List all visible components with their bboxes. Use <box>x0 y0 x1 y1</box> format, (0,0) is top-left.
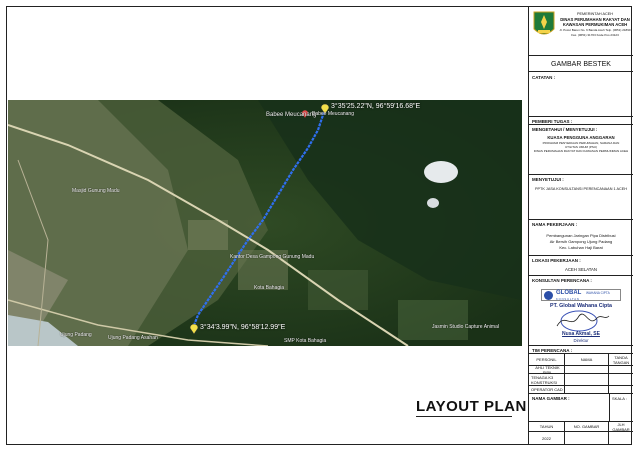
header-fax: Fax. (0651) 31703 Kode Pos 23123 <box>571 32 619 37</box>
map-place-label: Masjid Gunung Madu <box>72 188 120 194</box>
nama-cell <box>565 374 609 386</box>
map-place-label: Kantor Desa Gampong Gunung Madu <box>230 254 315 260</box>
konsultan-logo-sub2: K O N S U L T A N <box>556 297 579 301</box>
konsultan-logo-text: GLOBAL <box>556 290 582 296</box>
nama-pekerjaan-label: NAMA PEKERJAAN : <box>532 222 578 227</box>
header-line3: KAWASAN PERMUKIMAN ACEH <box>562 22 628 28</box>
coordinate-bottom-label: 3°34'3.99"N, 96°58'12.99"E <box>200 324 286 331</box>
lokasi-label: LOKASI PEKERJAAN : <box>532 258 581 263</box>
nama-cell <box>565 366 609 374</box>
konsultan-label: KONSULTAN PERENCANA : <box>532 278 592 283</box>
lokasi-value: ACEH SELATAN <box>564 267 598 272</box>
tahun-value: 2022 <box>529 432 565 445</box>
skala-cell: SKALA : <box>609 394 633 422</box>
col-jlh-gambar-header: JLH GAMBAR <box>609 422 633 432</box>
tanda-cell <box>609 386 633 394</box>
col-tanda-header: TANDA TANGAN <box>609 354 633 366</box>
tanda-cell <box>609 374 633 386</box>
pptk-text: PPTK JASA KONSULTANSI PERENCANAAN 1 ACEH <box>534 187 628 191</box>
pemberi-tugas-row: PEMBERI TUGAS : <box>529 117 633 125</box>
tim-perencana-label: TIM PERENCANA : <box>532 348 573 353</box>
nama-gambar-label: NAMA GAMBAR : <box>532 396 570 401</box>
agency-header: PEMERINTAH ACEH DINAS PERUMAHAN RAKYAT D… <box>529 6 633 56</box>
tanda-cell <box>609 366 633 374</box>
map-place-label: Babee Meucanang <box>312 111 354 117</box>
sheet-title-row: GAMBAR BESTEK <box>529 56 633 72</box>
pekerjaan-line2: Air Bersih Gampong Ujung Padang <box>549 239 613 244</box>
signature-stamp <box>556 310 610 332</box>
lokasi-row: LOKASI PEKERJAAN : ACEH SELATAN <box>529 256 633 276</box>
sheet-title: GAMBAR BESTEK <box>551 61 611 68</box>
pekerjaan-line3: Kec. Labuhan Haji Barat <box>559 245 603 250</box>
nama-gambar-row: NAMA GAMBAR : SKALA : <box>529 394 633 422</box>
signer-name: Nusa Akmal, SE <box>562 331 600 337</box>
kuasa-sub3: DINAS PERUMAHAN RAKYAT DAN KAWASAN PERMU… <box>533 149 629 153</box>
konsultan-logo-sub: WAHANA CIPTA <box>586 291 610 295</box>
role-cell: OPERATOR CAD <box>529 386 565 394</box>
satellite-map[interactable]: 3°35'25.22"N, 96°59'16.68"E 3°34'3.99"N,… <box>8 100 522 346</box>
aceh-shield-logo <box>533 11 555 39</box>
title-underline <box>416 416 512 417</box>
menyetujui-row: MENYETUJUI : PPTK JASA KONSULTANSI PEREN… <box>529 175 633 220</box>
map-place-label: Ujung Padang Asahan <box>108 335 158 341</box>
map-imagery <box>8 100 522 346</box>
map-place-label: Jasmin Studio Capture Animal <box>432 324 499 330</box>
catatan-row: CATATAN : <box>529 72 633 117</box>
map-place-label: Ujung Padang <box>60 332 92 338</box>
no-gambar-value <box>565 432 609 445</box>
drawing-title: LAYOUT PLAN <box>416 398 527 415</box>
mengetahui-row: MENGETAHUI / MENYETUJUI : KUASA PENGGUNA… <box>529 125 633 175</box>
konsultan-logo: GLOBAL WAHANA CIPTA K O N S U L T A N <box>541 289 621 301</box>
skala-label: SKALA : <box>612 396 627 401</box>
nama-cell <box>565 386 609 394</box>
kuasa-title: KUASA PENGGUNA ANGGARAN <box>547 135 615 140</box>
company-name: PT. Global Wahana Cipta <box>550 303 612 309</box>
signer-title: Direktur <box>573 338 589 343</box>
menyetujui-label: MENYETUJUI : <box>532 177 564 182</box>
pekerjaan-line1: Pembangunan Jaringan Pipa Distribusi <box>546 233 616 238</box>
nama-pekerjaan-row: NAMA PEKERJAAN : Pembangunan Jaringan Pi… <box>529 220 633 256</box>
pemberi-tugas-label: PEMBERI TUGAS : <box>532 119 573 124</box>
end-point-pin-icon[interactable] <box>190 324 198 334</box>
tim-perencana-row: TIM PERENCANA : <box>529 346 633 354</box>
col-no-gambar-header: NO. GAMBAR <box>565 422 609 432</box>
mengetahui-label: MENGETAHUI / MENYETUJUI : <box>532 127 598 132</box>
map-place-label: Babee Meucanang <box>266 112 317 118</box>
konsultan-row: KONSULTAN PERENCANA : GLOBAL WAHANA CIPT… <box>529 276 633 346</box>
map-place-label: Kota Bahagia <box>254 285 285 291</box>
role-cell: AHLI TEKNIK SIPIL <box>529 365 565 375</box>
role-cell: TENAGA K3 KONSTRUKSI <box>529 374 565 386</box>
globe-icon <box>544 291 553 300</box>
catatan-label: CATATAN : <box>532 75 556 80</box>
coordinate-top-label: 3°35'25.22"N, 96°59'16.68"E <box>331 103 421 110</box>
col-nama-header: NAMA <box>565 354 609 366</box>
col-tahun-header: TAHUN <box>529 422 565 432</box>
title-block: PEMERINTAH ACEH DINAS PERUMAHAN RAKYAT D… <box>528 6 633 445</box>
map-place-label: SMP Kota Bahagia <box>284 338 327 344</box>
